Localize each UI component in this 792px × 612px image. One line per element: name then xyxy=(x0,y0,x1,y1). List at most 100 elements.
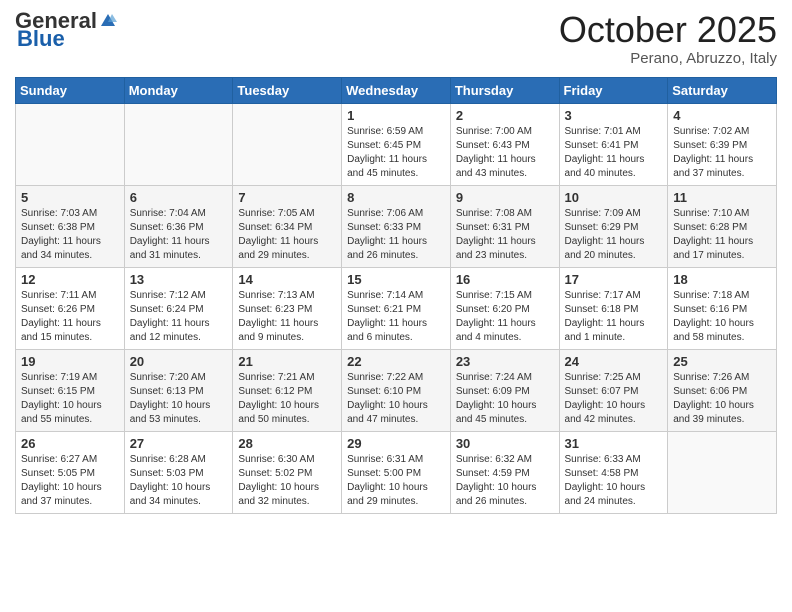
day-number: 20 xyxy=(130,354,228,369)
calendar-cell: 28 Sunrise: 6:30 AM Sunset: 5:02 PM Dayli… xyxy=(233,431,342,513)
day-info: Sunrise: 7:05 AM Sunset: 6:34 PM Dayligh… xyxy=(238,207,336,263)
day-info: Sunrise: 7:11 AM Sunset: 6:26 PM Dayligh… xyxy=(21,289,119,345)
day-info: Sunrise: 7:24 AM Sunset: 6:09 PM Dayligh… xyxy=(456,371,554,427)
calendar-cell: 30 Sunrise: 6:32 AM Sunset: 4:59 PM Dayli… xyxy=(450,431,559,513)
day-number: 30 xyxy=(456,436,554,451)
day-number: 16 xyxy=(456,272,554,287)
day-number: 5 xyxy=(21,190,119,205)
calendar-cell: 10 Sunrise: 7:09 AM Sunset: 6:29 PM Dayli… xyxy=(559,185,668,267)
day-info: Sunrise: 7:18 AM Sunset: 6:16 PM Dayligh… xyxy=(673,289,771,345)
week-row-2: 5 Sunrise: 7:03 AM Sunset: 6:38 PM Daylig… xyxy=(16,185,777,267)
day-info: Sunrise: 7:10 AM Sunset: 6:28 PM Dayligh… xyxy=(673,207,771,263)
day-info: Sunrise: 6:30 AM Sunset: 5:02 PM Dayligh… xyxy=(238,453,336,509)
calendar-cell: 27 Sunrise: 6:28 AM Sunset: 5:03 PM Dayli… xyxy=(124,431,233,513)
day-number: 2 xyxy=(456,108,554,123)
calendar-cell: 20 Sunrise: 7:20 AM Sunset: 6:13 PM Dayli… xyxy=(124,349,233,431)
day-number: 3 xyxy=(565,108,663,123)
day-header-monday: Monday xyxy=(124,77,233,103)
calendar-cell: 21 Sunrise: 7:21 AM Sunset: 6:12 PM Dayli… xyxy=(233,349,342,431)
day-number: 26 xyxy=(21,436,119,451)
day-number: 29 xyxy=(347,436,445,451)
day-header-wednesday: Wednesday xyxy=(342,77,451,103)
day-number: 6 xyxy=(130,190,228,205)
day-info: Sunrise: 7:22 AM Sunset: 6:10 PM Dayligh… xyxy=(347,371,445,427)
month-title: October 2025 xyxy=(559,10,777,50)
day-number: 27 xyxy=(130,436,228,451)
calendar-cell: 6 Sunrise: 7:04 AM Sunset: 6:36 PM Daylig… xyxy=(124,185,233,267)
calendar-cell: 18 Sunrise: 7:18 AM Sunset: 6:16 PM Dayli… xyxy=(668,267,777,349)
calendar-cell: 22 Sunrise: 7:22 AM Sunset: 6:10 PM Dayli… xyxy=(342,349,451,431)
day-number: 17 xyxy=(565,272,663,287)
calendar-table: SundayMondayTuesdayWednesdayThursdayFrid… xyxy=(15,77,777,514)
day-header-friday: Friday xyxy=(559,77,668,103)
calendar-cell: 24 Sunrise: 7:25 AM Sunset: 6:07 PM Dayli… xyxy=(559,349,668,431)
title-block: October 2025 Perano, Abruzzo, Italy xyxy=(559,10,777,67)
logo: General Blue xyxy=(15,10,117,50)
calendar-cell: 31Sunrise: 6:33 AM Sunset: 4:58 PM Dayli… xyxy=(559,431,668,513)
day-number: 15 xyxy=(347,272,445,287)
calendar-cell: 15 Sunrise: 7:14 AM Sunset: 6:21 PM Dayli… xyxy=(342,267,451,349)
day-info: Sunrise: 7:20 AM Sunset: 6:13 PM Dayligh… xyxy=(130,371,228,427)
calendar-cell xyxy=(668,431,777,513)
calendar-cell: 13Sunrise: 7:12 AM Sunset: 6:24 PM Dayli… xyxy=(124,267,233,349)
day-info: Sunrise: 7:08 AM Sunset: 6:31 PM Dayligh… xyxy=(456,207,554,263)
calendar-cell: 29 Sunrise: 6:31 AM Sunset: 5:00 PM Dayli… xyxy=(342,431,451,513)
day-number: 14 xyxy=(238,272,336,287)
day-number: 4 xyxy=(673,108,771,123)
day-number: 22 xyxy=(347,354,445,369)
day-info: Sunrise: 7:06 AM Sunset: 6:33 PM Dayligh… xyxy=(347,207,445,263)
day-info: Sunrise: 7:15 AM Sunset: 6:20 PM Dayligh… xyxy=(456,289,554,345)
calendar-cell: 3 Sunrise: 7:01 AM Sunset: 6:41 PM Daylig… xyxy=(559,103,668,185)
day-info: Sunrise: 7:26 AM Sunset: 6:06 PM Dayligh… xyxy=(673,371,771,427)
day-number: 1 xyxy=(347,108,445,123)
day-info: Sunrise: 7:14 AM Sunset: 6:21 PM Dayligh… xyxy=(347,289,445,345)
day-info: Sunrise: 6:28 AM Sunset: 5:03 PM Dayligh… xyxy=(130,453,228,509)
location: Perano, Abruzzo, Italy xyxy=(559,50,777,67)
day-header-sunday: Sunday xyxy=(16,77,125,103)
calendar-cell: 1 Sunrise: 6:59 AM Sunset: 6:45 PM Daylig… xyxy=(342,103,451,185)
day-info: Sunrise: 7:01 AM Sunset: 6:41 PM Dayligh… xyxy=(565,125,663,181)
day-number: 23 xyxy=(456,354,554,369)
calendar-cell: 12Sunrise: 7:11 AM Sunset: 6:26 PM Dayli… xyxy=(16,267,125,349)
day-header-tuesday: Tuesday xyxy=(233,77,342,103)
calendar-cell: 19Sunrise: 7:19 AM Sunset: 6:15 PM Dayli… xyxy=(16,349,125,431)
day-info: Sunrise: 7:21 AM Sunset: 6:12 PM Dayligh… xyxy=(238,371,336,427)
logo-icon xyxy=(99,12,117,30)
day-header-saturday: Saturday xyxy=(668,77,777,103)
day-number: 21 xyxy=(238,354,336,369)
day-header-thursday: Thursday xyxy=(450,77,559,103)
day-number: 18 xyxy=(673,272,771,287)
calendar-cell: 8 Sunrise: 7:06 AM Sunset: 6:33 PM Daylig… xyxy=(342,185,451,267)
page-header: General Blue October 2025 Perano, Abruzz… xyxy=(15,10,777,67)
week-row-5: 26 Sunrise: 6:27 AM Sunset: 5:05 PM Dayli… xyxy=(16,431,777,513)
calendar-cell xyxy=(233,103,342,185)
day-info: Sunrise: 7:25 AM Sunset: 6:07 PM Dayligh… xyxy=(565,371,663,427)
day-number: 31 xyxy=(565,436,663,451)
calendar-cell: 11Sunrise: 7:10 AM Sunset: 6:28 PM Dayli… xyxy=(668,185,777,267)
day-info: Sunrise: 7:03 AM Sunset: 6:38 PM Dayligh… xyxy=(21,207,119,263)
calendar-cell: 2 Sunrise: 7:00 AM Sunset: 6:43 PM Daylig… xyxy=(450,103,559,185)
day-info: Sunrise: 7:09 AM Sunset: 6:29 PM Dayligh… xyxy=(565,207,663,263)
logo-blue-text: Blue xyxy=(17,28,65,50)
day-number: 8 xyxy=(347,190,445,205)
day-info: Sunrise: 7:00 AM Sunset: 6:43 PM Dayligh… xyxy=(456,125,554,181)
day-number: 28 xyxy=(238,436,336,451)
day-info: Sunrise: 7:04 AM Sunset: 6:36 PM Dayligh… xyxy=(130,207,228,263)
calendar-page: General Blue October 2025 Perano, Abruzz… xyxy=(0,0,792,612)
day-number: 24 xyxy=(565,354,663,369)
day-number: 10 xyxy=(565,190,663,205)
days-header-row: SundayMondayTuesdayWednesdayThursdayFrid… xyxy=(16,77,777,103)
day-info: Sunrise: 7:12 AM Sunset: 6:24 PM Dayligh… xyxy=(130,289,228,345)
day-info: Sunrise: 6:32 AM Sunset: 4:59 PM Dayligh… xyxy=(456,453,554,509)
calendar-cell: 7 Sunrise: 7:05 AM Sunset: 6:34 PM Daylig… xyxy=(233,185,342,267)
day-info: Sunrise: 7:02 AM Sunset: 6:39 PM Dayligh… xyxy=(673,125,771,181)
day-number: 25 xyxy=(673,354,771,369)
calendar-cell: 26 Sunrise: 6:27 AM Sunset: 5:05 PM Dayli… xyxy=(16,431,125,513)
day-info: Sunrise: 7:19 AM Sunset: 6:15 PM Dayligh… xyxy=(21,371,119,427)
day-info: Sunrise: 6:31 AM Sunset: 5:00 PM Dayligh… xyxy=(347,453,445,509)
calendar-cell xyxy=(124,103,233,185)
day-info: Sunrise: 6:59 AM Sunset: 6:45 PM Dayligh… xyxy=(347,125,445,181)
day-info: Sunrise: 6:27 AM Sunset: 5:05 PM Dayligh… xyxy=(21,453,119,509)
week-row-1: 1 Sunrise: 6:59 AM Sunset: 6:45 PM Daylig… xyxy=(16,103,777,185)
day-number: 7 xyxy=(238,190,336,205)
